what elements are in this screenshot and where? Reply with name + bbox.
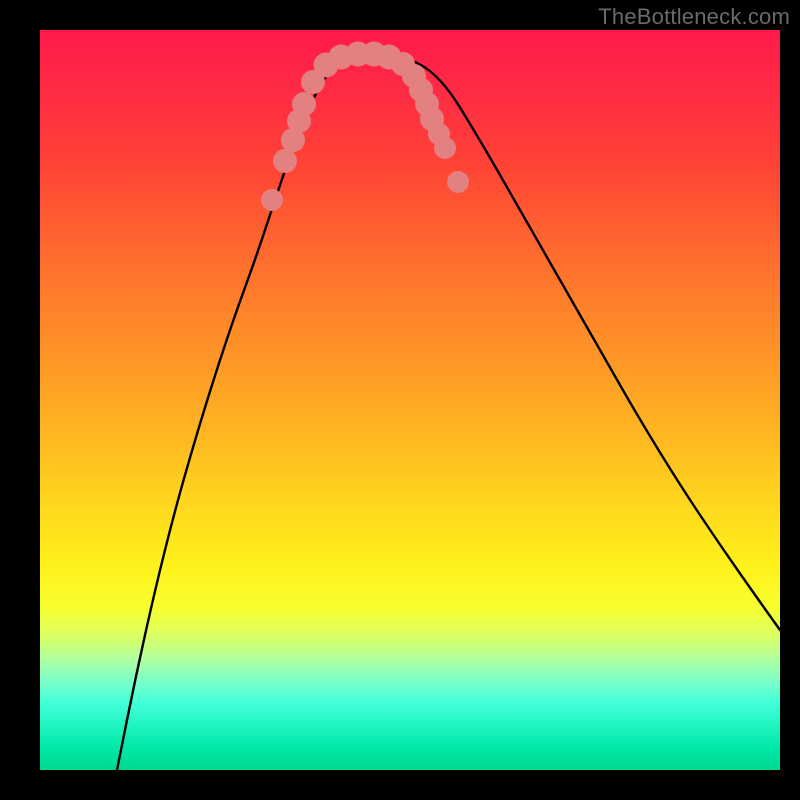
marker-dot — [420, 107, 444, 131]
marker-dot — [261, 189, 283, 211]
plot-area — [40, 30, 780, 770]
marker-group — [261, 42, 469, 212]
watermark-label: TheBottleneck.com — [598, 4, 790, 30]
marker-dot — [434, 137, 456, 159]
marker-dot — [273, 149, 297, 173]
chart-frame: TheBottleneck.com — [0, 0, 800, 800]
chart-svg — [40, 30, 780, 770]
marker-dot — [292, 92, 316, 116]
marker-dot — [447, 171, 469, 193]
